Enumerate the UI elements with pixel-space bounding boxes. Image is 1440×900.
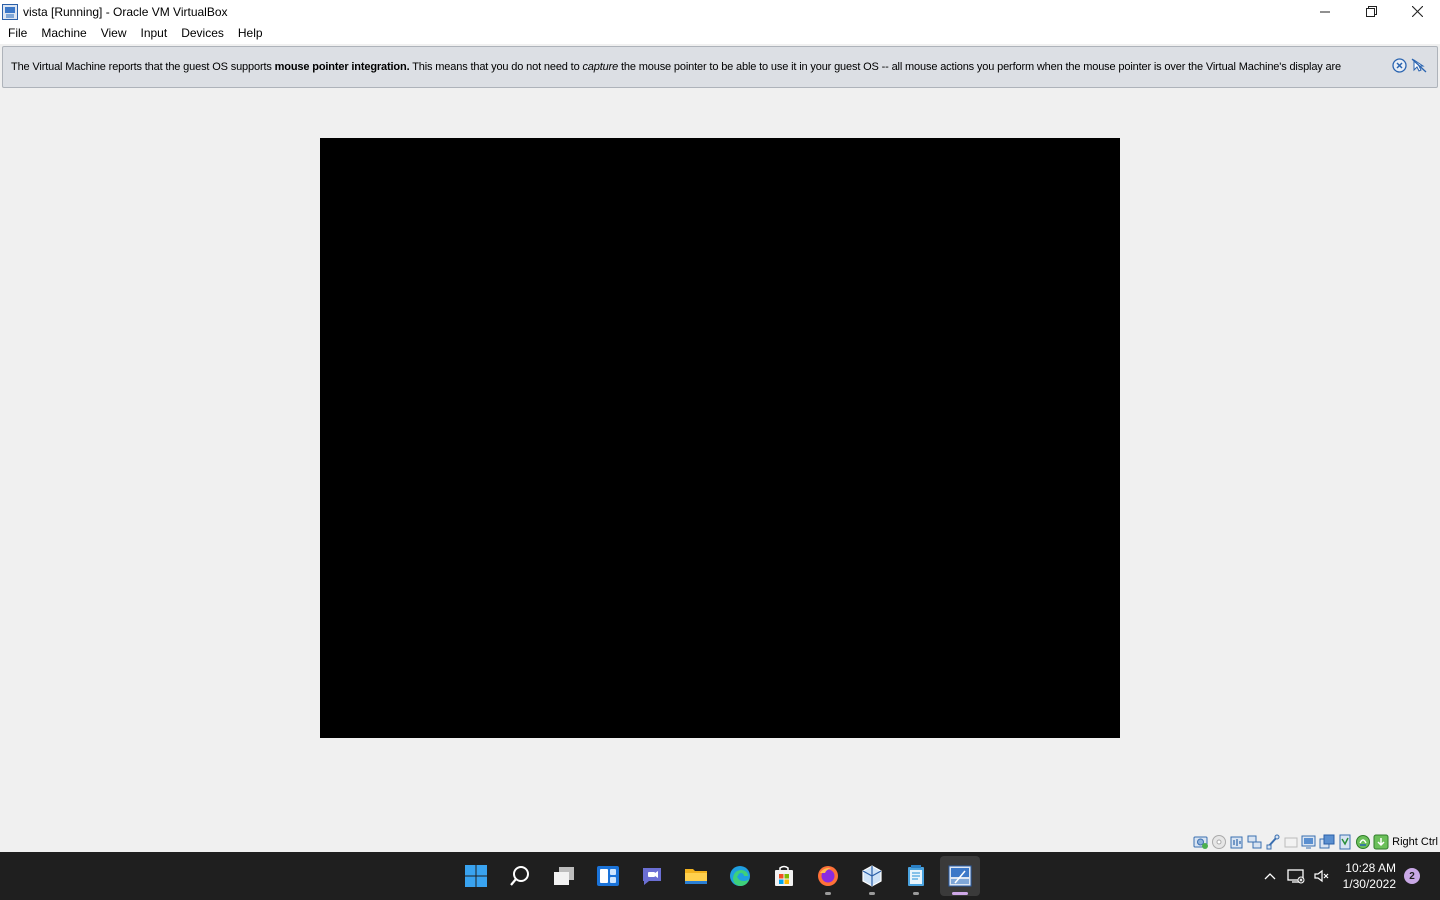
- firefox-icon: [818, 866, 838, 886]
- menu-bar: File Machine View Input Devices Help: [0, 23, 1440, 44]
- notification-center-badge[interactable]: 2: [1404, 868, 1420, 884]
- video-capture-icon[interactable]: [1319, 834, 1335, 850]
- volume-muted-icon: [1314, 869, 1329, 883]
- start-button[interactable]: [456, 856, 496, 896]
- firefox-running-indicator: [825, 892, 831, 895]
- menu-file[interactable]: File: [1, 23, 34, 44]
- notepad-running-indicator: [913, 892, 919, 895]
- windows-start-icon: [465, 865, 487, 887]
- close-circle-icon: [1391, 57, 1407, 73]
- widgets-button[interactable]: [588, 856, 628, 896]
- menu-input[interactable]: Input: [134, 23, 175, 44]
- virtualbox-button[interactable]: [852, 856, 892, 896]
- notice-text-3: the mouse pointer to be able to use it i…: [618, 61, 1342, 73]
- window-controls: [1302, 0, 1440, 23]
- keyboard-capture-icon[interactable]: [1373, 834, 1389, 850]
- usb-icon[interactable]: [1265, 834, 1281, 850]
- close-button[interactable]: [1394, 0, 1440, 23]
- notice-text-italic: capture: [582, 61, 619, 73]
- vista-vm-active-indicator: [952, 892, 968, 895]
- menu-devices[interactable]: Devices: [174, 23, 231, 44]
- minimize-button[interactable]: [1302, 0, 1348, 23]
- vista-vm-window-icon: [948, 865, 972, 887]
- notice-text-bold: mouse pointer integration.: [274, 61, 410, 73]
- notice-dont-show-button[interactable]: [1411, 57, 1427, 73]
- notice-text-1: The Virtual Machine reports that the gue…: [11, 61, 275, 73]
- host-key-label: Right Ctrl: [1392, 836, 1438, 848]
- widgets-icon: [597, 866, 619, 886]
- cpu-icon[interactable]: [1337, 834, 1353, 850]
- notepad-button[interactable]: [896, 856, 936, 896]
- task-view-icon: [554, 867, 574, 885]
- firefox-button[interactable]: [808, 856, 848, 896]
- notepad-icon: [908, 865, 924, 886]
- window-title: vista [Running] - Oracle VM VirtualBox: [23, 4, 228, 19]
- volume-button[interactable]: [1309, 852, 1335, 900]
- mouse-integration-notice: The Virtual Machine reports that the gue…: [2, 46, 1438, 88]
- edge-button[interactable]: [720, 856, 760, 896]
- clock-time: 10:28 AM: [1345, 861, 1396, 875]
- mouse-pointer-off-icon: [1411, 58, 1427, 72]
- hard-disk-icon[interactable]: [1193, 834, 1209, 850]
- menu-machine[interactable]: Machine: [34, 23, 93, 44]
- close-icon: [1411, 6, 1423, 17]
- search-button[interactable]: [500, 856, 540, 896]
- vista-vm-window-button[interactable]: [940, 856, 980, 896]
- notice-text-2: This means that you do not need to: [409, 61, 583, 73]
- show-hidden-icons-button[interactable]: [1257, 852, 1283, 900]
- microsoft-store-button[interactable]: [764, 856, 804, 896]
- shared-folders-icon[interactable]: [1283, 834, 1299, 850]
- minimize-icon: [1320, 11, 1330, 12]
- chevron-up-icon: [1264, 873, 1276, 880]
- optical-drive-icon[interactable]: [1211, 834, 1227, 850]
- vm-status-bar: Right Ctrl: [1193, 833, 1440, 851]
- microsoft-store-icon: [775, 865, 793, 886]
- title-bar[interactable]: vista [Running] - Oracle VM VirtualBox: [0, 0, 1440, 23]
- network-status-button[interactable]: [1283, 852, 1309, 900]
- taskbar-apps: [456, 856, 980, 896]
- audio-icon[interactable]: [1229, 834, 1245, 850]
- system-tray: 10:28 AM 1/30/2022 2: [1257, 852, 1440, 900]
- teams-chat-button[interactable]: [632, 856, 672, 896]
- menu-help[interactable]: Help: [231, 23, 270, 44]
- edge-icon: [730, 866, 750, 886]
- menu-view[interactable]: View: [94, 23, 134, 44]
- windows-taskbar: 10:28 AM 1/30/2022 2: [0, 852, 1440, 900]
- search-icon: [510, 866, 529, 886]
- display-icon[interactable]: [1301, 834, 1317, 850]
- restore-button[interactable]: [1348, 0, 1394, 23]
- notice-close-button[interactable]: [1391, 57, 1407, 73]
- file-explorer-button[interactable]: [676, 856, 716, 896]
- network-disconnected-icon: [1286, 869, 1305, 884]
- mouse-integration-icon[interactable]: [1355, 834, 1371, 850]
- notice-message: The Virtual Machine reports that the gue…: [11, 61, 1387, 73]
- network-icon[interactable]: [1247, 834, 1263, 850]
- taskbar-clock[interactable]: 10:28 AM 1/30/2022: [1343, 860, 1396, 892]
- task-view-button[interactable]: [544, 856, 584, 896]
- vm-display[interactable]: [320, 138, 1120, 738]
- restore-icon: [1365, 6, 1377, 17]
- virtualbox-running-indicator: [869, 892, 875, 895]
- virtualbox-vm-icon[interactable]: [2, 3, 18, 20]
- notice-actions: [1391, 57, 1427, 73]
- virtualbox-icon: [862, 865, 882, 887]
- file-explorer-icon: [685, 869, 707, 884]
- clock-date: 1/30/2022: [1342, 877, 1396, 891]
- teams-chat-icon: [643, 868, 661, 885]
